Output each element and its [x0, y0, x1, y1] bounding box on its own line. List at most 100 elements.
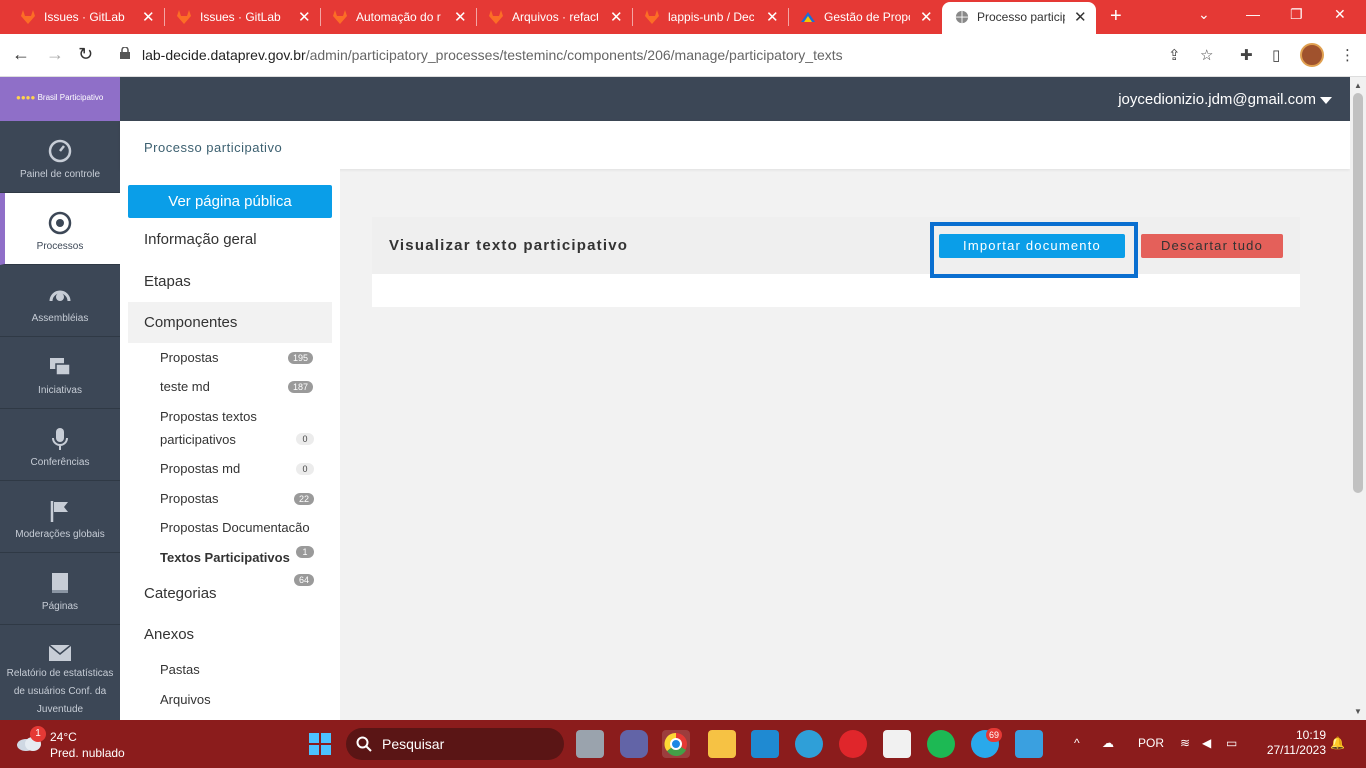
close-icon[interactable]: ✕ [610, 8, 623, 26]
taskbar-search[interactable]: Pesquisar [346, 728, 564, 760]
component-item[interactable]: Propostas Documentacão [160, 516, 310, 539]
browser-tab[interactable]: Automação do r ✕ [312, 2, 474, 32]
task-view-icon[interactable] [576, 730, 604, 758]
component-item[interactable]: Propostas [160, 487, 219, 510]
opera-icon[interactable] [839, 730, 867, 758]
component-item[interactable]: Propostas textos participativos [160, 405, 280, 451]
lock-icon [120, 47, 130, 59]
teams-icon[interactable] [620, 730, 648, 758]
component-item[interactable]: teste md [160, 375, 210, 398]
user-email: joycedionizio.jdm@gmail.com [1118, 91, 1316, 108]
browser-tab[interactable]: lappis-unb / Dec ✕ [624, 2, 786, 32]
nav-item-global-moderations[interactable]: Moderações globais [0, 481, 120, 553]
back-icon[interactable]: ← [12, 44, 30, 65]
microphone-icon [52, 428, 68, 450]
language-indicator[interactable]: POR [1138, 736, 1164, 750]
reload-icon[interactable]: ↻ [78, 44, 93, 65]
scrollbar-thumb[interactable] [1353, 93, 1363, 493]
scroll-down-icon[interactable]: ▼ [1354, 707, 1362, 716]
page-title: Processo participativo [144, 140, 283, 155]
scroll-up-icon[interactable]: ▲ [1354, 81, 1362, 90]
forward-icon[interactable]: → [46, 44, 64, 65]
logo[interactable]: ●●●● Brasil Participativo [0, 77, 120, 121]
nav-item-conferences[interactable]: Conferências [0, 409, 120, 481]
chevron-down-icon[interactable]: ⌄ [1198, 6, 1210, 23]
nav-item-statistics-report[interactable]: Relatório de estatísticas de usuários Co… [0, 625, 120, 720]
book-icon [52, 573, 68, 593]
profile-avatar[interactable] [1300, 43, 1324, 67]
os-taskbar: 1 24°C Pred. nublado Pesquisar 69 ^ ☁ PO… [0, 720, 1366, 768]
url-host: lab-decide.dataprev.gov.br [142, 47, 306, 63]
section-attachments[interactable]: Anexos [144, 626, 194, 643]
section-categories[interactable]: Categorias [144, 585, 217, 602]
extensions-icon[interactable]: ✚ [1240, 46, 1253, 64]
nav-item-processes[interactable]: Processos [0, 193, 120, 265]
count-badge: 187 [288, 381, 314, 393]
url-field[interactable]: lab-decide.dataprev.gov.br/admin/partici… [108, 40, 1232, 71]
browser-tab[interactable]: Arquivos · refact ✕ [468, 2, 630, 32]
close-icon[interactable]: ✕ [142, 8, 155, 26]
user-menu[interactable]: joycedionizio.jdm@gmail.com [1118, 91, 1332, 108]
store-icon[interactable] [883, 730, 911, 758]
browser-tab-bar: Issues · GitLab ✕ Issues · GitLab ✕ Auto… [0, 0, 1366, 34]
nav-item-initiatives[interactable]: Iniciativas [0, 337, 120, 409]
search-placeholder: Pesquisar [382, 736, 445, 752]
browser-tab[interactable]: Gestão de Propo ✕ [780, 2, 940, 32]
chrome-icon[interactable] [662, 730, 690, 758]
wifi-icon[interactable]: ≋ [1180, 736, 1190, 750]
nav-label: Conferências [30, 457, 90, 468]
attachment-item[interactable]: Pastas [160, 658, 200, 681]
page-scrollbar[interactable]: ▲ ▼ [1350, 77, 1366, 720]
new-tab-icon[interactable]: + [1110, 5, 1122, 28]
volume-icon[interactable]: ◀ [1202, 736, 1211, 750]
tab-label: Issues · GitLab [200, 10, 281, 24]
menu-icon[interactable]: ⋮ [1340, 46, 1355, 64]
nav-item-pages[interactable]: Páginas [0, 553, 120, 625]
notification-bell-icon[interactable]: 🔔 [1330, 736, 1345, 750]
main-sidebar: ●●●● Brasil Participativo Painel de cont… [0, 77, 120, 720]
onedrive-icon[interactable]: ☁ [1102, 736, 1114, 750]
browser-tab[interactable]: Issues · GitLab ✕ [0, 2, 162, 32]
window-close-icon[interactable]: ✕ [1334, 6, 1346, 23]
view-public-page-button[interactable]: Ver página pública [128, 185, 332, 218]
spotify-icon[interactable] [927, 730, 955, 758]
component-item-active[interactable]: Textos Participativos [160, 546, 290, 569]
flag-icon [50, 501, 68, 522]
file-explorer-icon[interactable] [708, 730, 736, 758]
section-general-info[interactable]: Informação geral [144, 231, 257, 248]
edge-icon[interactable] [795, 730, 823, 758]
section-steps[interactable]: Etapas [144, 273, 191, 290]
close-icon[interactable]: ✕ [766, 8, 779, 26]
nav-label: Painel de controle [19, 169, 101, 180]
discard-all-button[interactable]: Descartar tudo [1141, 234, 1283, 258]
close-icon[interactable]: ✕ [454, 8, 467, 26]
browser-tab-active[interactable]: Processo particip ✕ [942, 2, 1096, 34]
photos-icon[interactable] [1015, 730, 1043, 758]
windows-start-icon[interactable] [309, 733, 331, 755]
close-icon[interactable]: ✕ [298, 8, 311, 26]
import-document-button[interactable]: Importar documento [939, 234, 1125, 258]
close-icon[interactable]: ✕ [920, 8, 933, 26]
close-icon[interactable]: ✕ [1074, 8, 1087, 26]
vscode-icon[interactable] [751, 730, 779, 758]
attachment-item[interactable]: Arquivos [160, 688, 211, 711]
system-clock[interactable]: 10:19 27/11/2023 [1256, 728, 1326, 758]
top-bar: joycedionizio.jdm@gmail.com [120, 77, 1350, 121]
bookmark-star-icon[interactable]: ☆ [1200, 46, 1213, 64]
participatory-text-panel: Visualizar texto participativo Importar … [372, 217, 1300, 307]
section-components[interactable]: Componentes [128, 302, 332, 343]
browser-tab[interactable]: Issues · GitLab ✕ [156, 2, 318, 32]
minimize-icon[interactable]: — [1246, 6, 1260, 22]
gitlab-icon [177, 10, 191, 24]
side-panel-icon[interactable]: ▯ [1272, 46, 1280, 64]
count-badge: 64 [294, 574, 315, 586]
chevron-up-icon[interactable]: ^ [1074, 736, 1080, 750]
battery-icon[interactable]: ▭ [1226, 736, 1237, 750]
target-icon [48, 211, 72, 235]
share-icon[interactable]: ⇪ [1168, 46, 1181, 64]
component-item[interactable]: Propostas [160, 346, 219, 369]
nav-item-assemblies[interactable]: Assembléias [0, 265, 120, 337]
component-item[interactable]: Propostas md [160, 457, 240, 480]
restore-icon[interactable]: ❐ [1290, 6, 1303, 23]
nav-item-dashboard[interactable]: Painel de controle [0, 121, 120, 193]
